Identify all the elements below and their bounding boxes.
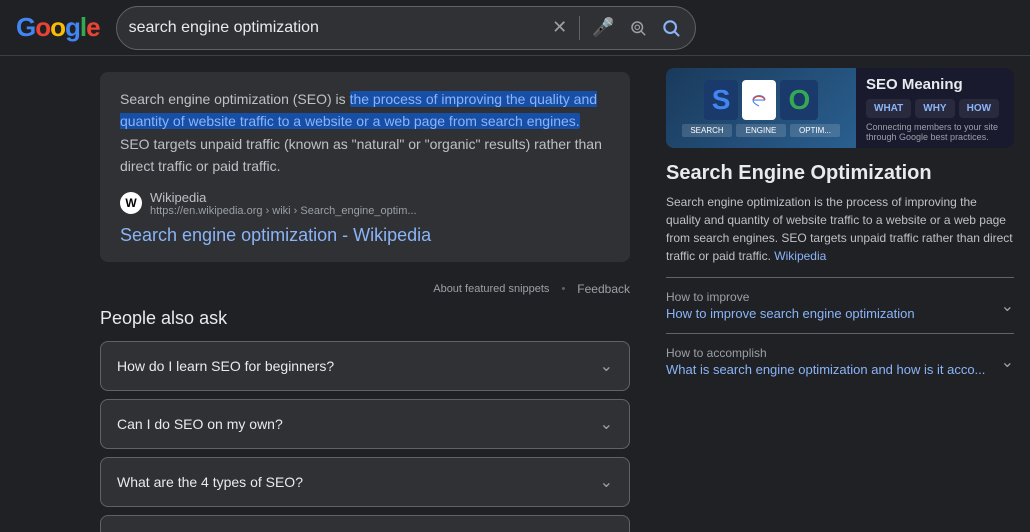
chevron-icon-0: ⌄ (600, 356, 613, 376)
lens-icon (629, 19, 647, 37)
seo-subtitle: Connecting members to your site through … (866, 122, 1004, 142)
seo-e (742, 80, 776, 120)
logo-e: e (86, 12, 99, 43)
wikipedia-icon: W (120, 192, 142, 214)
kp-chevron-0: ⌄ (1001, 296, 1014, 316)
left-panel: Search engine optimization (SEO) is the … (0, 56, 650, 532)
seo-image: S O SEARCH ENGINE OPTIM (666, 68, 856, 148)
header: G o o g l e ✕ 🎤 (0, 0, 1030, 56)
seo-o: O (780, 80, 818, 120)
mic-icon: 🎤 (592, 17, 614, 38)
people-also-ask-section: People also ask How do I learn SEO for b… (100, 308, 630, 532)
snippet-text-before: Search engine optimization (SEO) is (120, 91, 350, 107)
main-content: Search engine optimization (SEO) is the … (0, 56, 1030, 532)
seo-sublabels: SEARCH ENGINE OPTIM... (682, 124, 840, 137)
mic-button[interactable]: 🎤 (590, 15, 616, 40)
kp-divider-1 (666, 277, 1014, 278)
label-engine: ENGINE (736, 124, 786, 137)
divider (579, 16, 580, 40)
snippet-text-after: SEO targets unpaid traffic (known as "na… (120, 136, 602, 174)
source-info: Wikipedia https://en.wikipedia.org › wik… (150, 190, 417, 217)
logo-o1: o (35, 12, 50, 43)
label-optimization: OPTIM... (790, 124, 840, 137)
chevron-icon-1: ⌄ (600, 414, 613, 434)
seo-s: S (704, 80, 739, 120)
clear-button[interactable]: ✕ (550, 15, 569, 40)
kp-wiki-link[interactable]: Wikipedia (774, 249, 826, 263)
search-bar[interactable]: ✕ 🎤 (116, 6, 696, 50)
source-row: W Wikipedia https://en.wikipedia.org › w… (120, 190, 610, 217)
kp-expand-1[interactable]: How to accomplish What is search engine … (666, 342, 1014, 381)
kp-title: Search Engine Optimization (666, 162, 1014, 185)
seo-meaning-title: SEO Meaning (866, 76, 1004, 93)
seo-col-why: WHY (915, 99, 954, 118)
paa-title: People also ask (100, 308, 630, 329)
seo-col-how: HOW (959, 99, 999, 118)
info-row: About featured snippets • Feedback (100, 278, 630, 300)
kp-expand-0[interactable]: How to improve How to improve search eng… (666, 286, 1014, 325)
seo-letters: S O (704, 80, 818, 120)
search-input[interactable] (129, 19, 542, 37)
paa-item-0[interactable]: How do I learn SEO for beginners? ⌄ (100, 341, 630, 391)
seo-meaning-card: S O SEARCH ENGINE OPTIM (666, 68, 1014, 148)
search-button[interactable] (659, 16, 683, 40)
label-search: SEARCH (682, 124, 732, 137)
source-url: https://en.wikipedia.org › wiki › Search… (150, 205, 417, 217)
kp-description: Search engine optimization is the proces… (666, 193, 1014, 265)
paa-question-1: Can I do SEO on my own? (117, 416, 283, 432)
kp-section-0: How to improve How to improve search eng… (666, 286, 1014, 325)
google-logo: G o o g l e (16, 12, 100, 43)
kp-divider-2 (666, 333, 1014, 334)
kp-section-label-0: How to improve (666, 290, 915, 304)
kp-section-label-1: How to accomplish (666, 346, 985, 360)
logo-o2: o (50, 12, 65, 43)
seo-col-what: WHAT (866, 99, 911, 118)
search-icons: ✕ 🎤 (550, 15, 683, 40)
kp-section-1: How to accomplish What is search engine … (666, 342, 1014, 381)
paa-item-3[interactable]: How do I SEO my website? ⌄ (100, 515, 630, 532)
kp-section-link-1[interactable]: What is search engine optimization and h… (666, 362, 985, 377)
logo-g: G (16, 12, 35, 43)
featured-snippet: Search engine optimization (SEO) is the … (100, 72, 630, 262)
paa-question-2: What are the 4 types of SEO? (117, 474, 303, 490)
paa-item-1[interactable]: Can I do SEO on my own? ⌄ (100, 399, 630, 449)
right-panel: S O SEARCH ENGINE OPTIM (650, 56, 1030, 532)
seo-meaning-text: SEO Meaning WHAT WHY HOW Connecting memb… (856, 68, 1014, 148)
seo-meaning-top: S O SEARCH ENGINE OPTIM (666, 68, 1014, 148)
knowledge-panel: Search Engine Optimization Search engine… (666, 162, 1014, 381)
logo-g2: g (65, 12, 80, 43)
search-icon (661, 18, 681, 38)
result-link[interactable]: Search engine optimization - Wikipedia (120, 225, 610, 246)
clear-icon: ✕ (552, 17, 567, 38)
paa-item-2[interactable]: What are the 4 types of SEO? ⌄ (100, 457, 630, 507)
about-featured-snippets[interactable]: About featured snippets (433, 283, 549, 295)
paa-question-0: How do I learn SEO for beginners? (117, 358, 334, 374)
snippet-text: Search engine optimization (SEO) is the … (120, 88, 610, 178)
chevron-icon-2: ⌄ (600, 472, 613, 492)
lens-button[interactable] (627, 17, 649, 39)
source-name: Wikipedia (150, 190, 417, 205)
seo-meaning-cols: WHAT WHY HOW (866, 99, 1004, 118)
kp-section-link-0[interactable]: How to improve search engine optimizatio… (666, 306, 915, 321)
snippet-feedback-button[interactable]: Feedback (577, 282, 630, 296)
kp-chevron-1: ⌄ (1001, 352, 1014, 372)
